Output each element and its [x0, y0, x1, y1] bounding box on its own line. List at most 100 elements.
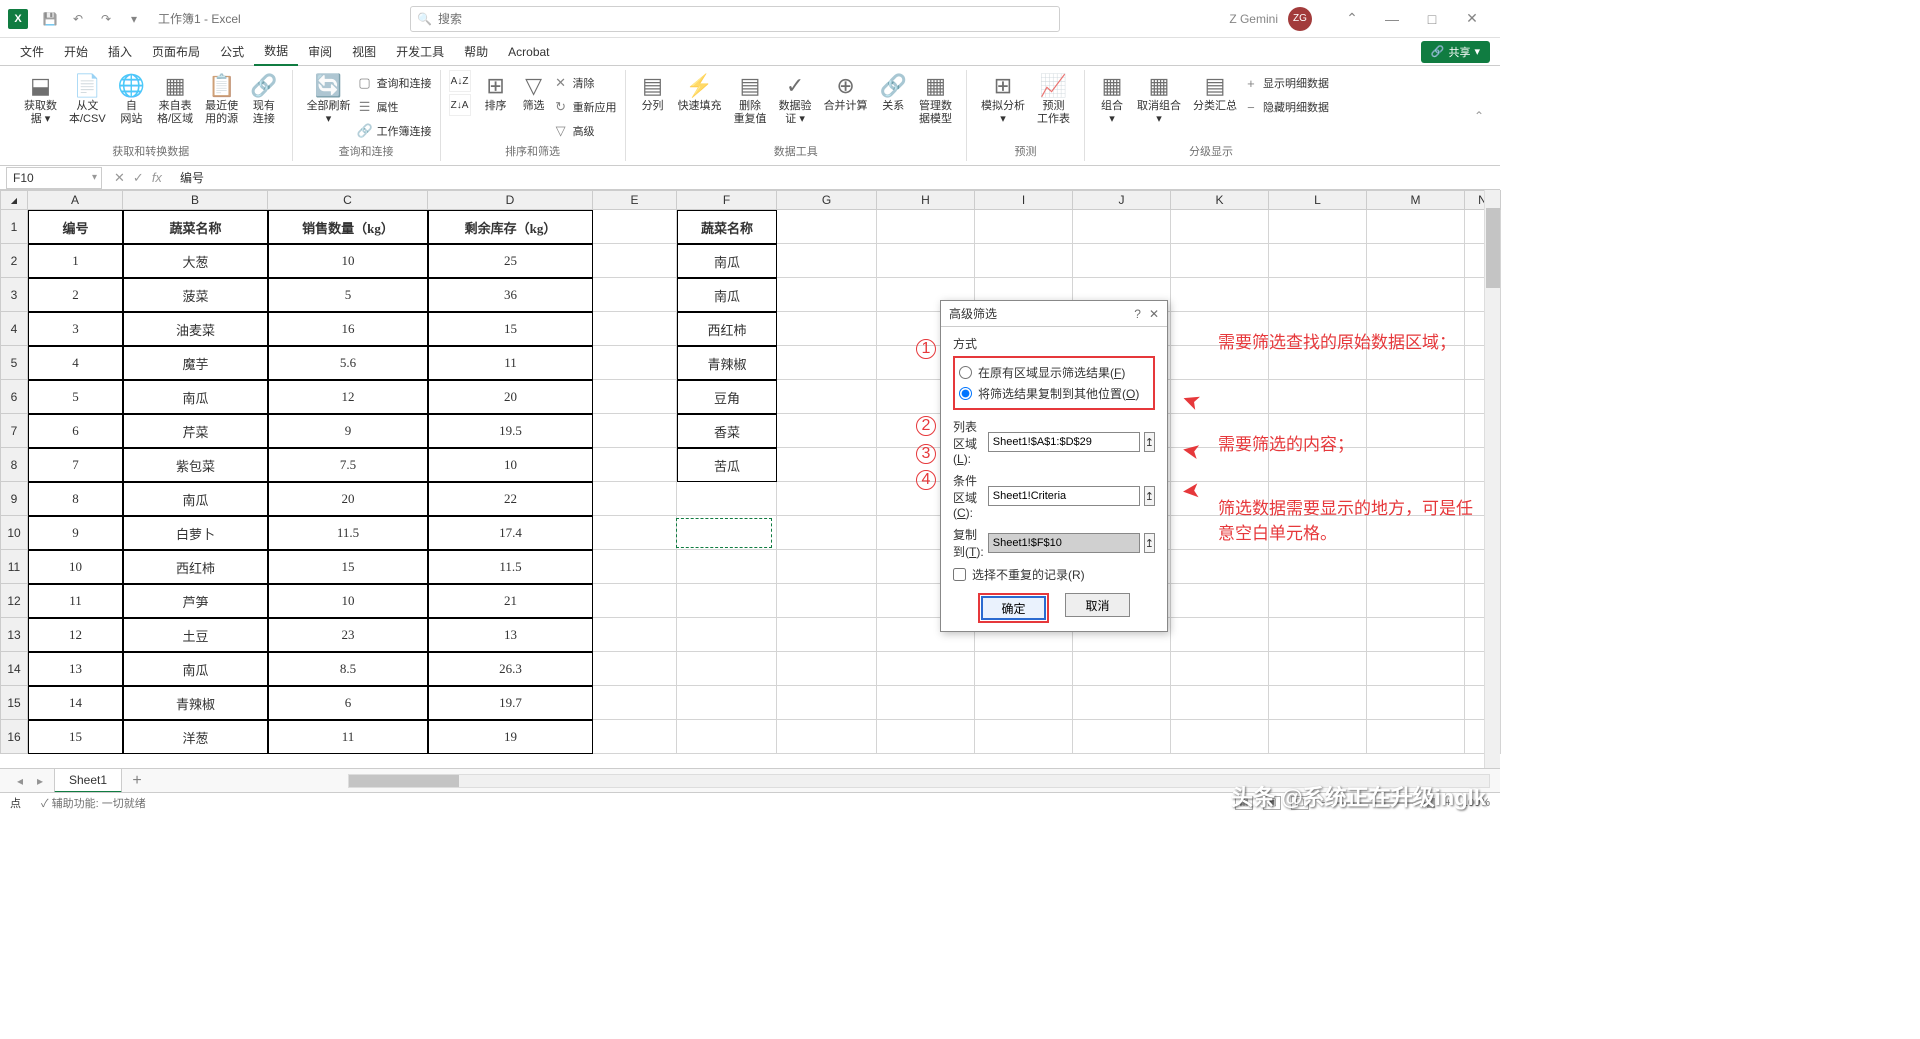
cell[interactable]: 香菜 — [677, 414, 777, 448]
cell[interactable]: 22 — [428, 482, 593, 516]
btn-from-table[interactable]: ▦来自表格/区域 — [151, 70, 199, 128]
cell[interactable]: 15 — [28, 720, 123, 754]
range-picker-icon[interactable]: ↥ — [1144, 432, 1155, 452]
tab-file[interactable]: 文件 — [10, 38, 54, 66]
cell[interactable] — [677, 686, 777, 720]
select-all[interactable]: ◢ — [0, 190, 28, 210]
formula-input[interactable]: 编号 — [174, 169, 1500, 186]
cell[interactable]: 17.4 — [428, 516, 593, 550]
row-header[interactable]: 16 — [0, 720, 28, 754]
cell[interactable] — [593, 652, 677, 686]
cell[interactable]: 青辣椒 — [123, 686, 268, 720]
btn-remove-dup[interactable]: ▤删除重复值 — [728, 70, 773, 128]
btn-existing[interactable]: 🔗现有连接 — [244, 70, 283, 128]
cell[interactable] — [1171, 278, 1269, 312]
cell[interactable]: 8.5 — [268, 652, 428, 686]
cell[interactable] — [777, 312, 877, 346]
cell[interactable]: 6 — [268, 686, 428, 720]
cell[interactable]: 19.5 — [428, 414, 593, 448]
maximize-icon[interactable]: □ — [1412, 0, 1452, 38]
cell[interactable] — [593, 482, 677, 516]
row-header[interactable]: 15 — [0, 686, 28, 720]
cell[interactable] — [593, 278, 677, 312]
btn-sort[interactable]: ⊞排序 — [477, 70, 515, 115]
cell[interactable] — [677, 652, 777, 686]
cell[interactable] — [677, 618, 777, 652]
range-picker-icon[interactable]: ↥ — [1144, 533, 1155, 553]
cell[interactable] — [1073, 686, 1171, 720]
tab-view[interactable]: 视图 — [342, 38, 386, 66]
cell[interactable] — [877, 244, 975, 278]
cell[interactable] — [593, 380, 677, 414]
tab-help[interactable]: 帮助 — [454, 38, 498, 66]
cell[interactable] — [1269, 210, 1367, 244]
btn-hide-detail[interactable]: −隐藏明细数据 — [1243, 96, 1329, 118]
cell[interactable]: 苦瓜 — [677, 448, 777, 482]
cell[interactable] — [777, 448, 877, 482]
cell[interactable] — [593, 550, 677, 584]
btn-recent[interactable]: 📋最近使用的源 — [199, 70, 244, 128]
cell[interactable] — [677, 482, 777, 516]
cell[interactable] — [777, 210, 877, 244]
cell[interactable]: 11 — [28, 584, 123, 618]
cell[interactable] — [1269, 618, 1367, 652]
btn-advanced[interactable]: ▽高级 — [553, 120, 617, 142]
cell[interactable]: 9 — [28, 516, 123, 550]
name-box[interactable]: F10 — [6, 167, 102, 189]
cell[interactable]: 19 — [428, 720, 593, 754]
cell[interactable] — [777, 278, 877, 312]
input-copy-to[interactable] — [988, 533, 1140, 553]
cell[interactable] — [1269, 550, 1367, 584]
cell[interactable] — [877, 210, 975, 244]
close-icon[interactable]: ✕ — [1452, 0, 1492, 38]
cell[interactable]: 11.5 — [428, 550, 593, 584]
row-header[interactable]: 3 — [0, 278, 28, 312]
cell[interactable] — [677, 550, 777, 584]
cell[interactable]: 26.3 — [428, 652, 593, 686]
cell[interactable] — [1367, 210, 1465, 244]
cell[interactable]: 6 — [28, 414, 123, 448]
cell[interactable]: 南瓜 — [123, 652, 268, 686]
cell[interactable] — [1367, 720, 1465, 754]
cell[interactable]: 西红柿 — [677, 312, 777, 346]
cell[interactable] — [975, 720, 1073, 754]
cell[interactable]: 2 — [28, 278, 123, 312]
cell[interactable]: 蔬菜名称 — [123, 210, 268, 244]
cell[interactable]: 紫包菜 — [123, 448, 268, 482]
cell[interactable]: 豆角 — [677, 380, 777, 414]
cell[interactable]: 16 — [268, 312, 428, 346]
vscrollbar[interactable] — [1484, 190, 1500, 768]
dialog-close-icon[interactable]: ✕ — [1149, 307, 1159, 321]
cell[interactable] — [1171, 210, 1269, 244]
btn-subtotal[interactable]: ▤分类汇总 — [1187, 70, 1243, 115]
cell[interactable] — [1269, 584, 1367, 618]
cell[interactable] — [1269, 244, 1367, 278]
tab-formulas[interactable]: 公式 — [210, 38, 254, 66]
btn-reapply[interactable]: ↻重新应用 — [553, 96, 617, 118]
cell[interactable] — [1171, 618, 1269, 652]
row-header[interactable]: 4 — [0, 312, 28, 346]
btn-flash-fill[interactable]: ⚡快速填充 — [672, 70, 728, 115]
btn-properties[interactable]: ☰属性 — [357, 96, 432, 118]
tab-dev[interactable]: 开发工具 — [386, 38, 454, 66]
cell[interactable] — [593, 618, 677, 652]
cell[interactable]: 7 — [28, 448, 123, 482]
tab-review[interactable]: 审阅 — [298, 38, 342, 66]
tab-home[interactable]: 开始 — [54, 38, 98, 66]
cell[interactable]: 3 — [28, 312, 123, 346]
cell[interactable] — [593, 414, 677, 448]
row-header[interactable]: 8 — [0, 448, 28, 482]
cell[interactable]: 15 — [428, 312, 593, 346]
btn-refresh-all[interactable]: 🔄全部刷新▾ — [301, 70, 357, 128]
cell[interactable] — [1073, 244, 1171, 278]
col-header[interactable]: J — [1073, 190, 1171, 210]
radio-filter-in-place[interactable]: 在原有区域显示筛选结果(F) — [959, 362, 1149, 383]
cell[interactable] — [877, 652, 975, 686]
cell[interactable]: 20 — [268, 482, 428, 516]
cell[interactable]: 5 — [268, 278, 428, 312]
cell[interactable]: 青辣椒 — [677, 346, 777, 380]
qat-more[interactable]: ▾ — [120, 5, 148, 33]
btn-ungroup[interactable]: ▦取消组合▾ — [1131, 70, 1187, 128]
cell[interactable] — [975, 244, 1073, 278]
col-header[interactable]: D — [428, 190, 593, 210]
